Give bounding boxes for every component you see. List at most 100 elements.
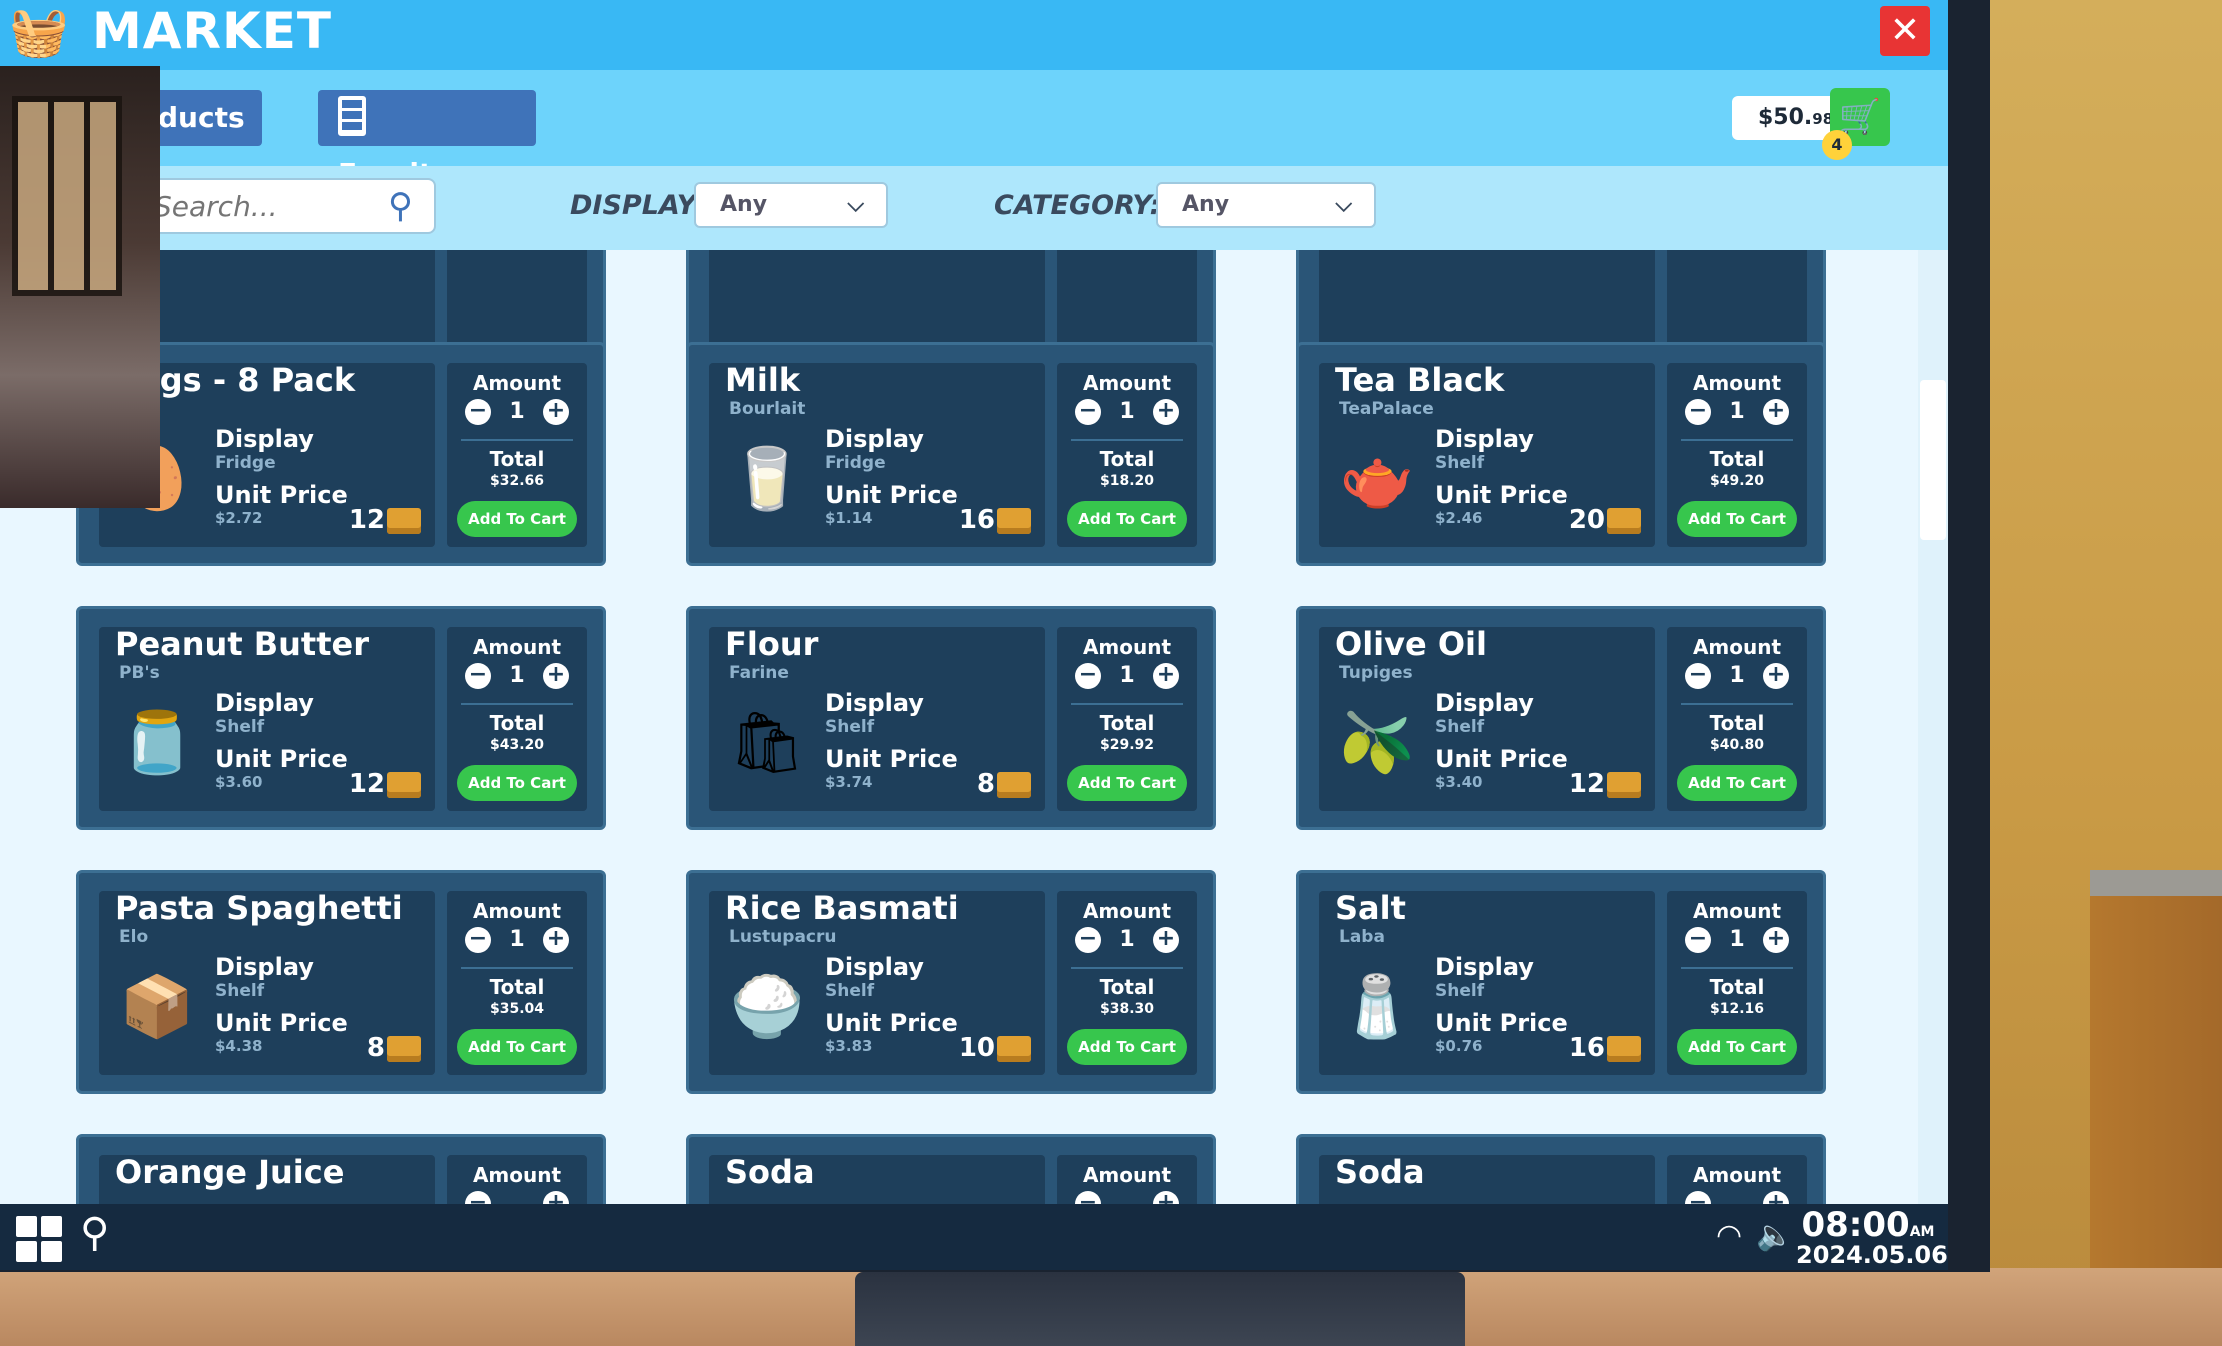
minus-button[interactable]: − (1075, 1191, 1101, 1204)
add-to-cart-button[interactable]: Add To Cart (457, 501, 577, 537)
plus-button[interactable]: + (543, 663, 569, 689)
minus-button[interactable]: − (1685, 399, 1711, 425)
quantity-stepper[interactable]: −1 + (1685, 927, 1789, 955)
catalog-scrollbar[interactable] (1918, 250, 1948, 1204)
minus-button[interactable]: − (465, 399, 491, 425)
plus-button[interactable]: + (543, 1191, 569, 1204)
display-type: Shelf (1435, 717, 1485, 737)
product-info: Soda🥤DisplayUnit Price (1319, 1153, 1655, 1204)
add-to-cart-button[interactable]: Add To Cart (1677, 501, 1797, 537)
plus-button[interactable]: + (1153, 399, 1179, 425)
add-to-cart-button[interactable]: Add To Cart (1677, 1029, 1797, 1065)
quantity-value: 1 (509, 927, 525, 952)
plus-button[interactable]: + (1153, 1191, 1179, 1204)
quantity-stepper[interactable]: −1 + (1075, 399, 1179, 427)
box-icon (1607, 507, 1641, 534)
quantity-value: 1 (1119, 399, 1135, 424)
plus-button[interactable]: + (1763, 663, 1789, 689)
plus-button[interactable]: + (1763, 1191, 1789, 1204)
display-filter-value: Any (720, 192, 768, 217)
minus-button[interactable]: − (1075, 663, 1101, 689)
shelf-icon (338, 96, 366, 136)
amount-label: Amount (1692, 371, 1782, 395)
quantity-stepper[interactable]: −1 + (1685, 399, 1789, 427)
unit-price-value: $3.83 (825, 1037, 873, 1055)
total-label: Total (1099, 447, 1155, 471)
add-to-cart-button[interactable]: Add To Cart (457, 765, 577, 801)
search-icon[interactable]: ⚲ (388, 186, 413, 226)
add-to-cart-button[interactable]: Add To Cart (1067, 765, 1187, 801)
scrollbar-thumb[interactable] (1920, 380, 1946, 540)
minus-button[interactable]: − (1685, 927, 1711, 953)
search-box[interactable]: ⚲ (140, 178, 436, 234)
quantity-stepper[interactable]: − + (1685, 1191, 1789, 1204)
display-label: Display (825, 689, 924, 717)
total-value: $18.20 (1099, 473, 1155, 489)
unit-price-label: Unit Price (825, 745, 958, 773)
quantity-stepper[interactable]: −1 + (465, 663, 569, 691)
tab-furnitures[interactable]: Furnitures (318, 90, 536, 190)
product-info: Milk Bourlait 🥛 Display Fridge Unit Price $1.1… (709, 361, 1045, 547)
search-input[interactable] (154, 188, 374, 224)
display-type: Shelf (1435, 981, 1485, 1001)
amount-panel: Amount−+TotalAdd To Cart (447, 1155, 587, 1204)
quantity-stepper[interactable]: −1 + (1075, 663, 1179, 691)
product-brand: Elo (119, 927, 149, 947)
quantity-stepper[interactable]: − + (1075, 1191, 1179, 1204)
plus-button[interactable]: + (1153, 927, 1179, 953)
product-name: Milk (725, 361, 801, 399)
volume-icon[interactable]: 🔈 (1756, 1218, 1793, 1253)
close-button[interactable]: ✕ (1880, 6, 1930, 56)
display-filter-select[interactable]: Any ⌵ (694, 182, 888, 228)
quantity-value: 1 (1729, 927, 1745, 952)
quantity-stepper[interactable]: −1 + (465, 399, 569, 427)
quantity-value: 1 (1729, 399, 1745, 424)
total-label: Total (489, 711, 545, 735)
plus-button[interactable]: + (1153, 663, 1179, 689)
display-type: Shelf (825, 717, 875, 737)
time-ampm: AM (1909, 1224, 1935, 1240)
add-to-cart-button[interactable]: Add To Cart (1067, 1029, 1187, 1065)
category-filter-select[interactable]: Any ⌵ (1156, 182, 1376, 228)
pack-count: 12 (1568, 769, 1605, 799)
quantity-stepper[interactable]: −1 + (465, 927, 569, 955)
unit-price-label: Unit Price (215, 481, 348, 509)
minus-button[interactable]: − (465, 927, 491, 953)
product-info: Flour Farine 🛍 Display Shelf Unit Price $3.74 8 (709, 625, 1045, 811)
start-menu-icon[interactable] (16, 1216, 62, 1262)
minus-button[interactable]: − (1685, 663, 1711, 689)
chevron-down-icon: ⌵ (1335, 192, 1352, 217)
minus-button[interactable]: − (465, 1191, 491, 1204)
plus-button[interactable]: + (1763, 399, 1789, 425)
plus-button[interactable]: + (1763, 927, 1789, 953)
plus-button[interactable]: + (543, 399, 569, 425)
plus-button[interactable]: + (543, 927, 569, 953)
product-info: Olive Oil Tupiges 🫒 Display Shelf Unit Price $… (1319, 625, 1655, 811)
pack-quantity: 16 (959, 505, 1031, 535)
minus-button[interactable]: − (1075, 927, 1101, 953)
display-filter-label: DISPLAY: (570, 190, 705, 221)
add-to-cart-button[interactable]: Add To Cart (1067, 501, 1187, 537)
minus-button[interactable]: − (1075, 399, 1101, 425)
quantity-stepper[interactable]: −1 + (1685, 663, 1789, 691)
display-label: Display (215, 689, 314, 717)
total-value: $32.66 (489, 473, 545, 489)
milk-carton-icon: 🥛 (729, 444, 805, 514)
add-to-cart-button[interactable]: Add To Cart (1677, 765, 1797, 801)
pasta-box-icon: 📦 (119, 972, 195, 1042)
minus-button[interactable]: − (465, 663, 491, 689)
total-value: $49.20 (1709, 473, 1765, 489)
total-label: Total (1709, 447, 1765, 471)
amount-panel: Amount−+TotalAdd To Cart (1057, 1155, 1197, 1204)
product-name: Orange Juice (115, 1153, 345, 1191)
pack-count: 16 (958, 505, 995, 535)
search-icon[interactable]: ⚲ (80, 1210, 109, 1256)
minus-button[interactable]: − (1685, 1191, 1711, 1204)
unit-price-label: Unit Price (1435, 1009, 1568, 1037)
basket-icon: 🧺 (9, 4, 69, 60)
quantity-stepper[interactable]: − + (465, 1191, 569, 1204)
add-to-cart-button[interactable]: Add To Cart (457, 1029, 577, 1065)
quantity-stepper[interactable]: −1 + (1075, 927, 1179, 955)
wifi-icon[interactable]: ◠ (1716, 1218, 1742, 1253)
amount-panel: Amount −1 + Total $38.30 Add To Cart (1057, 891, 1197, 1075)
